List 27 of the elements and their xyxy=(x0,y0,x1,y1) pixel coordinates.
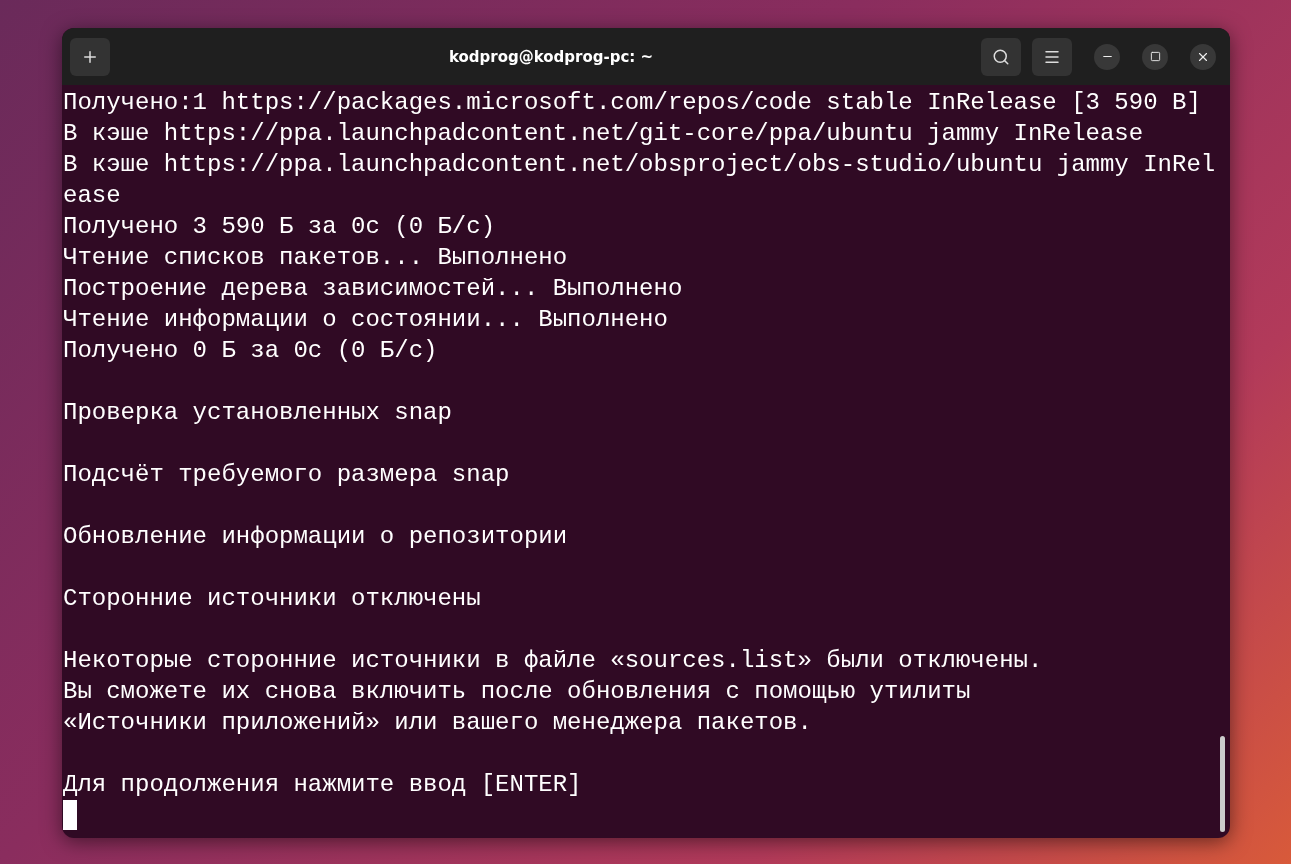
terminal-line: Вы сможете их снова включить после обновления с помощью утилиты xyxy=(63,677,971,707)
maximize-icon xyxy=(1149,51,1161,62)
terminal-line: Построение дерева зависимостей... Выполнено xyxy=(63,274,683,304)
terminal-line: Чтение списков пакетов... Выполнено xyxy=(63,243,568,273)
search-button[interactable] xyxy=(981,37,1021,76)
terminal-line: В кэше https://ppa.launchpadcontent.net/obsproject/obs-studio/ubuntu jammy InRel xyxy=(63,150,1216,180)
terminal-line: Чтение информации о состоянии... Выполнено xyxy=(63,305,668,335)
maximize-button[interactable] xyxy=(1142,43,1168,70)
terminal-line: ease xyxy=(63,181,121,211)
terminal-line: Проверка установленных snap xyxy=(63,398,452,428)
terminal-line: Получено:1 https://packages.microsoft.com/repos/code stable InRelease [3 590 B] xyxy=(63,88,1201,118)
close-button[interactable] xyxy=(1190,43,1216,70)
search-icon xyxy=(992,47,1010,66)
terminal-line: Сторонние источники отключены xyxy=(63,584,481,614)
terminal-line: «Источники приложений» или вашего менеджера пакетов. xyxy=(63,708,812,738)
text-cursor xyxy=(63,800,77,830)
terminal-line: В кэше https://ppa.launchpadcontent.net/git-core/ppa/ubuntu jammy InRelease xyxy=(63,119,1144,149)
scrollbar-thumb[interactable] xyxy=(1220,736,1226,832)
terminal-line: Обновление информации о репозитории xyxy=(63,522,568,552)
terminal-line: Получено 0 Б за 0с (0 Б/с) xyxy=(63,336,438,366)
window-title: kodprog@kodprog-pc: ~ xyxy=(447,47,655,66)
terminal-line: Некоторые сторонние источники в файле «sources.list» были отключены. xyxy=(63,646,1043,676)
menu-button[interactable] xyxy=(1032,37,1072,76)
terminal-line: Получено 3 590 Б за 0с (0 Б/с) xyxy=(63,212,496,242)
terminal-line: Подсчёт требуемого размера snap xyxy=(63,460,510,490)
new-tab-button[interactable] xyxy=(70,37,110,76)
terminal-line: Для продолжения нажмите ввод [ENTER] xyxy=(63,770,582,800)
